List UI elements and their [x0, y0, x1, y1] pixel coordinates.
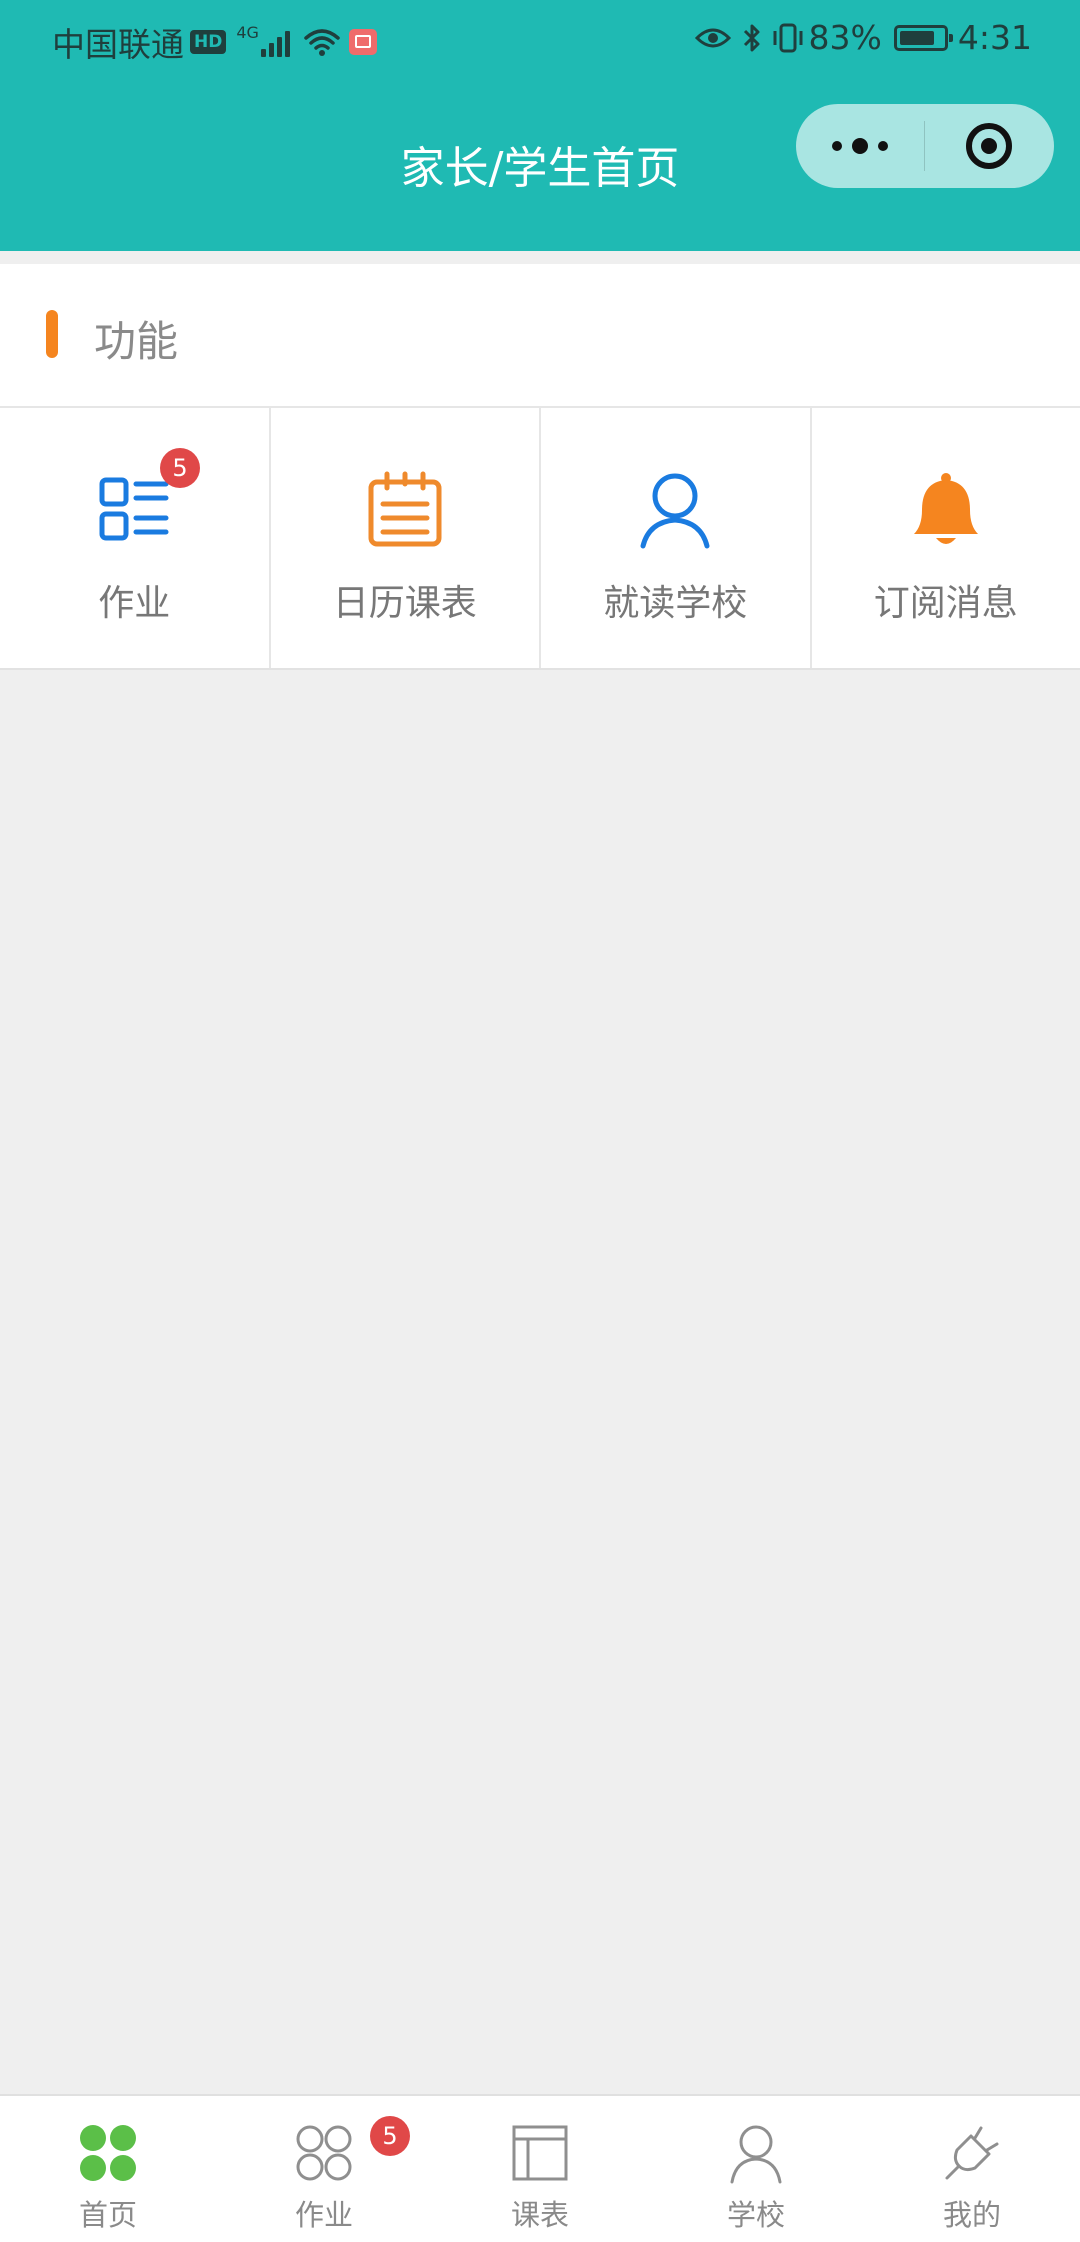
status-right: 83% 4:31 [695, 18, 1032, 57]
tab-timetable[interactable]: 课表 [432, 2096, 648, 2242]
feature-subscribe[interactable]: 订阅消息 [812, 408, 1080, 668]
tab-homework[interactable]: 5 作业 [216, 2096, 432, 2242]
section-title: 功能 [94, 308, 178, 369]
bell-icon [906, 470, 986, 550]
tab-bar: 首页 5 作业 课表 学校 我的 [0, 2094, 1080, 2242]
feature-label: 日历课表 [271, 574, 540, 626]
tab-label: 学校 [648, 2192, 864, 2234]
reading-app-icon [349, 29, 377, 55]
calendar-icon [365, 470, 445, 550]
tab-school[interactable]: 学校 [648, 2096, 864, 2242]
feature-section-header: 功能 [0, 264, 1080, 408]
homework-circles-icon [293, 2122, 355, 2184]
header: 中国联通 HD 4G [0, 0, 1080, 251]
status-left: 中国联通 HD 4G [52, 18, 377, 66]
plug-icon [941, 2122, 1003, 2184]
user-icon [635, 470, 715, 550]
home-grid-icon [77, 2122, 139, 2184]
mini-program-capsule [796, 104, 1054, 188]
more-dots-icon [827, 138, 893, 154]
homework-tab-badge: 5 [370, 2116, 410, 2156]
hd-icon: HD [190, 30, 226, 54]
tab-label: 作业 [216, 2192, 432, 2234]
section-accent-bar [46, 310, 58, 358]
tab-label: 课表 [432, 2192, 648, 2234]
feature-grid: 5 作业 日历课表 就读学校 订阅消息 [0, 408, 1080, 670]
homework-count-badge: 5 [160, 448, 200, 488]
vibrate-icon [771, 22, 805, 54]
close-miniprogram-button[interactable] [925, 104, 1053, 188]
target-circle-icon [966, 123, 1012, 169]
feature-calendar[interactable]: 日历课表 [271, 408, 542, 668]
feature-homework[interactable]: 5 作业 [0, 408, 271, 668]
more-button[interactable] [796, 104, 924, 188]
clock: 4:31 [958, 18, 1032, 57]
feature-label: 订阅消息 [812, 574, 1080, 626]
feature-label: 就读学校 [541, 574, 810, 626]
tab-label: 首页 [0, 2192, 216, 2234]
homework-list-icon [94, 470, 174, 550]
school-user-icon [725, 2122, 787, 2184]
feature-label: 作业 [0, 574, 269, 626]
battery-icon [894, 25, 948, 51]
tab-home[interactable]: 首页 [0, 2096, 216, 2242]
carrier-name: 中国联通 [52, 18, 184, 66]
battery-percent: 83% [809, 18, 882, 57]
network-type: 4G [236, 23, 259, 42]
wifi-icon [303, 27, 341, 57]
status-bar: 中国联通 HD 4G [0, 0, 1080, 82]
timetable-icon [509, 2122, 571, 2184]
bluetooth-icon [741, 22, 763, 54]
eye-icon [695, 26, 731, 50]
tab-label: 我的 [864, 2192, 1080, 2234]
signal-icon [261, 27, 293, 57]
feature-school[interactable]: 就读学校 [541, 408, 812, 668]
tab-mine[interactable]: 我的 [864, 2096, 1080, 2242]
